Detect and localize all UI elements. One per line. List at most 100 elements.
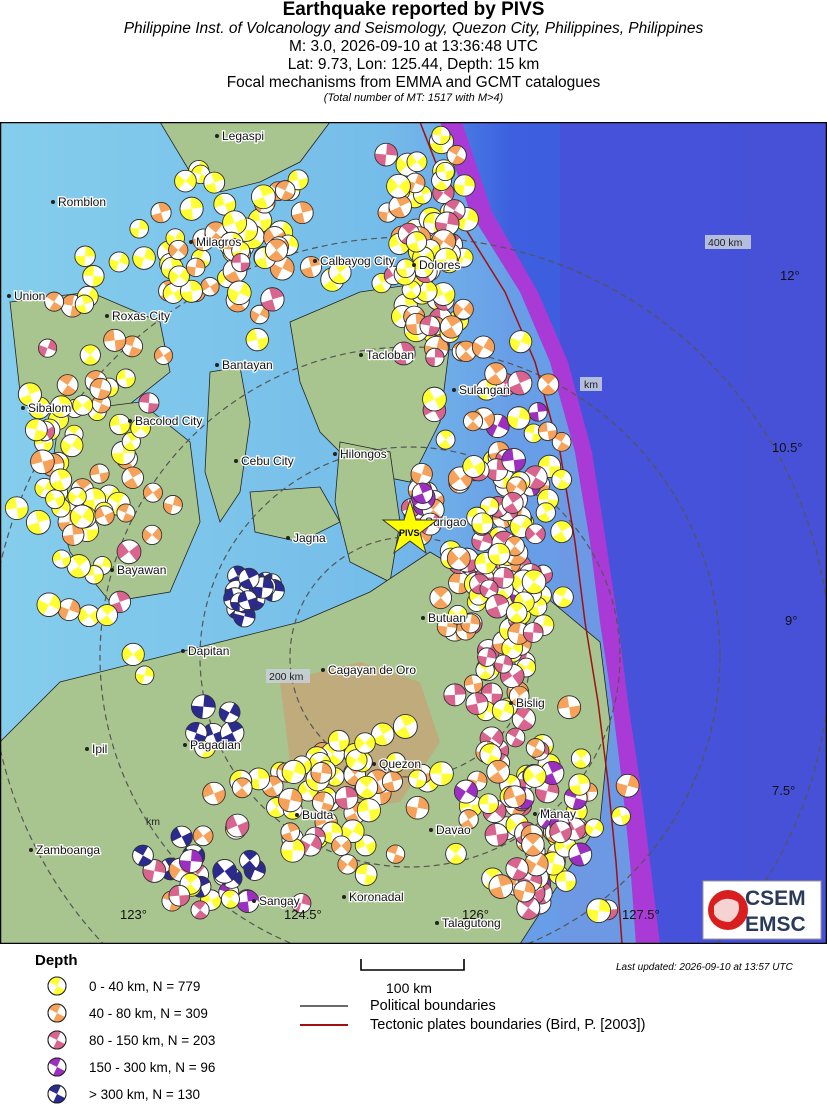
map-title: Earthquake reported by PIVS [282, 0, 545, 20]
lat-label-7-5: 7.5° [772, 783, 795, 798]
depth-legend-ball [47, 1030, 67, 1050]
focal-mechanism-ball [222, 210, 247, 236]
focal-mechanism-ball [331, 835, 352, 856]
focal-mechanism-ball [505, 857, 529, 881]
city-label: Tacloban [366, 348, 414, 362]
city-label: Davao [436, 823, 471, 837]
focal-mechanism-ball [439, 315, 464, 339]
focal-mechanism-ball [408, 769, 427, 789]
focal-mechanism-ball [218, 701, 241, 724]
epicenter-label: PIVS [399, 528, 420, 538]
focal-mechanism-ball [521, 832, 545, 857]
focal-mechanism-ball [109, 413, 131, 436]
focal-mechanism-ball [386, 173, 411, 199]
city-label: Ipil [92, 742, 107, 756]
city-dot [372, 762, 376, 766]
focal-mechanism-ball [405, 231, 428, 253]
focal-mechanism-ball [406, 151, 428, 173]
city-dot [7, 294, 11, 298]
focal-mechanism-ball [506, 406, 531, 430]
focal-mechanism-ball [212, 859, 237, 884]
city-dot [51, 200, 55, 204]
focal-mechanism-ball [290, 201, 314, 225]
focal-mechanism-ball [445, 843, 467, 865]
focal-mechanism-ball [611, 806, 631, 826]
focal-mechanism-ball [525, 738, 546, 758]
lat-label-12: 12° [780, 268, 800, 283]
lat-label-10-5: 10.5° [772, 440, 803, 455]
focal-mechanism-ball [484, 362, 508, 386]
city-dot [110, 568, 114, 572]
focal-mechanism-ball [220, 889, 240, 909]
focal-mechanism-ball [154, 346, 173, 365]
focal-mechanism-ball [200, 277, 220, 297]
city-label: Koronadal [349, 890, 404, 904]
depth-legend-row: > 300 km, N = 130 [47, 1084, 200, 1104]
focal-mechanism-ball [24, 418, 48, 442]
focal-mechanism-ball [584, 818, 604, 838]
focal-mechanism-ball [431, 125, 451, 145]
city-dot [295, 813, 299, 817]
focal-mechanism-ball [522, 622, 544, 643]
city-label: Sangay [259, 894, 300, 908]
city-label: Milagros [196, 235, 241, 249]
magnitude-line: M: 3.0, 2026-09-10 at 13:36:48 UTC [288, 38, 538, 55]
city-label: Bacolod City [135, 414, 202, 428]
city-label: Sulangan [459, 383, 510, 397]
tectonic-boundary-swatch [300, 1024, 348, 1026]
tectonic-boundary-label: Tectonic plates boundaries (Bird, P. [20… [370, 1017, 646, 1033]
focal-mechanism-ball [356, 798, 381, 823]
logo-emsc: EMSC [745, 913, 806, 936]
focal-mechanism-ball [168, 239, 189, 261]
focal-mechanism-ball [381, 771, 403, 793]
depth-legend-title: Depth [35, 952, 78, 969]
focal-mechanism-ball [446, 546, 471, 571]
city-label: Budta [302, 808, 334, 822]
focal-mechanism-ball [477, 647, 497, 667]
focal-mechanism-ball [38, 338, 58, 358]
focal-mechanism-ball [52, 549, 72, 569]
city-label: Bantayan [222, 358, 273, 372]
focal-mechanism-ball [462, 455, 486, 478]
focal-mechanism-ball [89, 463, 110, 484]
focal-mechanism-ball [550, 520, 573, 544]
focal-mechanism-ball [278, 787, 303, 813]
focal-mechanism-ball [79, 344, 101, 366]
city-label: Cebu City [241, 454, 294, 468]
focal-mechanism-ball [535, 502, 556, 523]
focal-mechanism-ball [138, 392, 160, 414]
focal-mechanism-ball [471, 512, 494, 535]
map-legend: Depth 0 - 40 km, N = 779 40 - 80 km, N =… [0, 944, 827, 1106]
focal-mechanism-ball [239, 849, 261, 872]
focal-mechanism-ball [30, 449, 55, 475]
political-boundary-key: Political boundaries [300, 998, 496, 1014]
focal-mechanism-ball [67, 486, 87, 507]
depth-legend-row: 150 - 300 km, N = 96 [47, 1057, 215, 1077]
ring-label-400: 400 km [708, 237, 743, 249]
focal-mechanism-ball [551, 469, 572, 490]
focal-mechanism-ball [446, 145, 467, 166]
location-line: Lat: 9.73, Lon: 125.44, Depth: 15 km [287, 56, 540, 73]
focal-mechanism-ball [143, 482, 163, 503]
lon-label-123: 123° [120, 907, 147, 922]
depth-legend-label: > 300 km, N = 130 [89, 1086, 201, 1102]
focal-mechanism-ball [116, 503, 136, 523]
focal-mechanism-ball [388, 194, 412, 219]
focal-mechanism-ball [264, 238, 289, 262]
ring-label-100: km [146, 816, 160, 828]
focal-mechanism-ball [56, 374, 79, 396]
city-dot [421, 616, 425, 620]
scale-bar [360, 959, 465, 971]
source-line: Focal mechanisms from EMMA and GCMT cata… [226, 74, 601, 91]
focal-mechanism-ball [419, 315, 441, 337]
focal-mechanism-ball [132, 246, 156, 270]
focal-mechanism-ball [49, 468, 73, 492]
focal-mechanism-ball [186, 257, 206, 277]
focal-mechanism-ball [60, 434, 84, 458]
city-label: Sibalom [28, 401, 71, 415]
focal-mechanism-ball [260, 287, 285, 312]
focal-mechanism-ball [168, 884, 191, 907]
city-dot [234, 459, 238, 463]
city-dot [183, 743, 187, 747]
depth-legend-label: 80 - 150 km, N = 203 [89, 1032, 216, 1048]
